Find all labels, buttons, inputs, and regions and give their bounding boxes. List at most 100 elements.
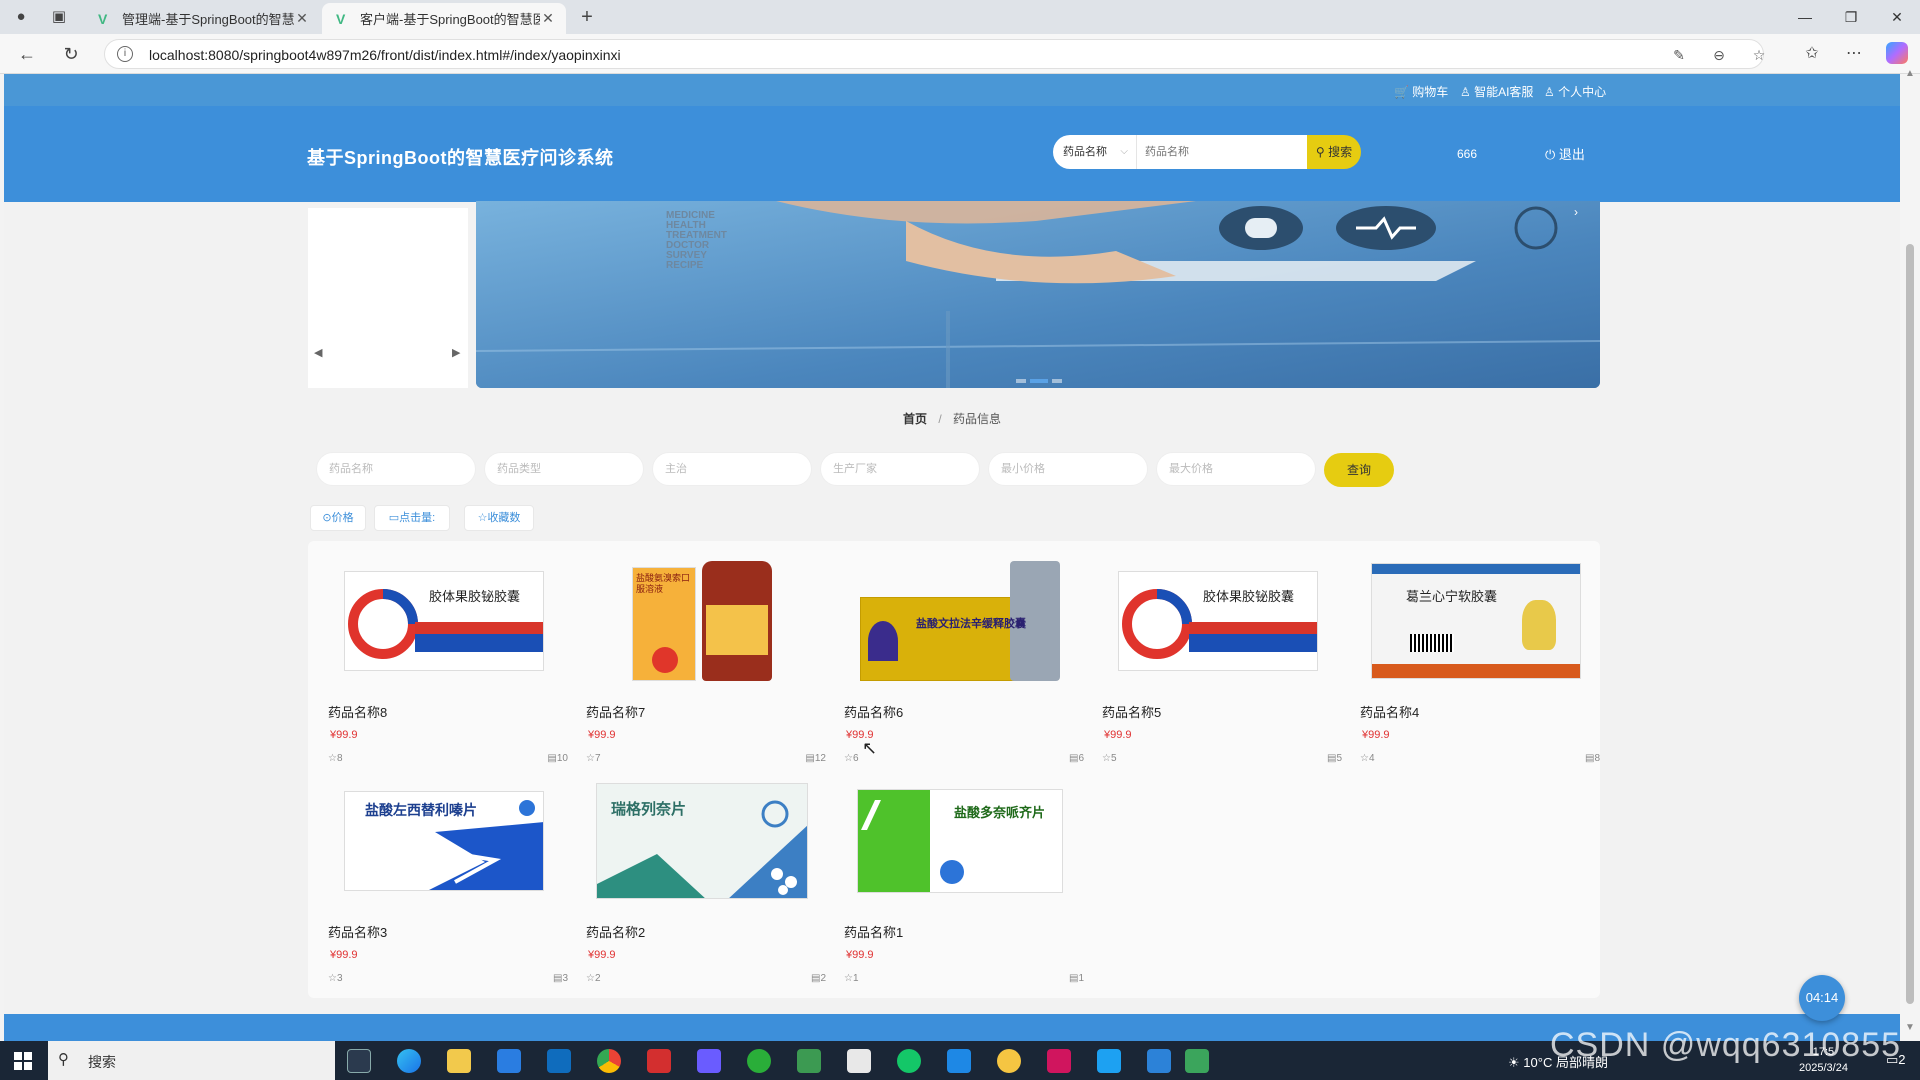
search-type-select[interactable]: 药品名称 ⌵ [1053, 135, 1137, 169]
drug-box: 胶体果胶铋胶囊 [344, 571, 544, 671]
vscode-icon[interactable] [1097, 1049, 1121, 1073]
read-aloud-icon[interactable]: ✎ [1669, 45, 1689, 65]
carousel-next-icon[interactable]: › [1574, 205, 1578, 219]
filter-drug-name[interactable]: 药品名称 [316, 452, 476, 486]
product-views: ▤5 [1327, 753, 1342, 764]
filter-max-price[interactable]: 最大价格 [1156, 452, 1316, 486]
spreadsheet-icon[interactable] [797, 1049, 821, 1073]
sort-favorites-button[interactable]: ☆收藏数 [464, 505, 534, 531]
search-button[interactable]: ⚲ 搜索 [1307, 135, 1361, 169]
sync-icon[interactable] [897, 1049, 921, 1073]
cart-link[interactable]: 🛒 购物车 [1394, 83, 1448, 100]
close-icon[interactable]: ✕ [294, 10, 310, 27]
chrome-icon[interactable] [597, 1049, 621, 1073]
filter-placeholder: 药品类型 [497, 463, 541, 475]
product-favorites: ☆5 [1102, 753, 1117, 764]
scroll-up-icon[interactable]: ▲ [1904, 68, 1916, 79]
close-icon[interactable]: ✕ [540, 10, 556, 27]
minimize-icon[interactable]: — [1782, 0, 1828, 34]
idea-icon[interactable] [1047, 1049, 1071, 1073]
taskbar-search[interactable]: ⚲ 搜索 [48, 1041, 335, 1080]
app-icon[interactable] [1147, 1049, 1171, 1073]
scroll-thumb[interactable] [1906, 244, 1914, 1004]
more-menu-icon[interactable]: ⋯ [1842, 42, 1866, 66]
ai-service-link[interactable]: ♙ 智能AI客服 [1460, 83, 1533, 100]
notes-icon[interactable] [697, 1049, 721, 1073]
wps-icon[interactable] [647, 1049, 671, 1073]
file-explorer-icon[interactable] [447, 1049, 471, 1073]
vue-icon: V [98, 10, 108, 27]
windows-start-icon[interactable] [14, 1052, 32, 1070]
product-name: 药品名称6 [844, 705, 904, 720]
favorites-count: 2 [594, 973, 601, 984]
product-card[interactable]: 胶体果胶铋胶囊 药品名称5 ¥99.9 ☆5 ▤5 [1102, 557, 1342, 767]
recording-timer[interactable]: 04:14 [1799, 975, 1845, 1021]
filter-placeholder: 生产厂家 [833, 463, 877, 475]
product-image: 盐酸文拉法辛缓释胶囊 [848, 557, 1072, 685]
views-count: 12 [814, 753, 826, 764]
filter-drug-type[interactable]: 药品类型 [484, 452, 644, 486]
filter-min-price[interactable]: 最小价格 [988, 452, 1148, 486]
tab-client[interactable]: V 客户端-基于SpringBoot的智慧医 ✕ [322, 3, 566, 34]
favorite-icon[interactable]: ☆ [1749, 45, 1769, 65]
sort-clicks-button[interactable]: ▭点击量: [374, 505, 450, 531]
profile-icon[interactable]: ● [10, 6, 32, 28]
product-card[interactable]: 葛兰心宁软胶囊 药品名称4 ¥99.9 ☆4 ▤8 [1360, 557, 1600, 767]
filter-manufacturer[interactable]: 生产厂家 [820, 452, 980, 486]
tab-actions-icon[interactable]: ▣ [48, 6, 70, 28]
logout-button[interactable]: ⏻ 退出 [1545, 144, 1585, 163]
sort-label: 收藏数 [487, 512, 521, 524]
product-card[interactable]: 盐酸文拉法辛缓释胶囊 药品名称6 ¥99.9 ☆6 ▤6 [844, 557, 1084, 767]
app-icon[interactable] [847, 1049, 871, 1073]
search-icon: ⚲ [1315, 145, 1325, 159]
zoom-icon[interactable]: ⊖ [1709, 45, 1729, 65]
app-icon[interactable] [997, 1049, 1021, 1073]
scroll-down-icon[interactable]: ▼ [1904, 1022, 1916, 1033]
search-input[interactable] [1137, 135, 1307, 169]
product-image: 葛兰心宁软胶囊 [1364, 557, 1588, 685]
window-close-icon[interactable]: ✕ [1874, 0, 1920, 34]
profile-link[interactable]: ♙ 个人中心 [1544, 83, 1606, 100]
carousel-prev-icon[interactable]: ◀ [314, 346, 322, 359]
carousel-dot[interactable] [1016, 379, 1026, 383]
tab-admin[interactable]: V 管理端-基于SpringBoot的智慧医 ✕ [84, 3, 320, 34]
app-icon[interactable] [1185, 1049, 1209, 1073]
user-name[interactable]: 666 [1457, 147, 1477, 161]
query-button[interactable]: 查询 [1324, 453, 1394, 487]
refresh-icon[interactable]: ↻ [58, 42, 84, 66]
drug-box: 瑞格列奈片 [596, 783, 808, 899]
product-card[interactable]: 胶体果胶铋胶囊 药品名称8 ¥99.9 ☆8 ▤10 [328, 557, 568, 767]
filter-indication[interactable]: 主治 [652, 452, 812, 486]
back-icon[interactable]: ← [14, 42, 40, 66]
carousel-indicators [1016, 379, 1062, 383]
url-field[interactable]: i localhost:8080/springboot4w897m26/fron… [104, 39, 1765, 69]
search-button-label: 搜索 [1328, 145, 1353, 159]
outlook-icon[interactable] [547, 1049, 571, 1073]
views-count: 5 [1336, 753, 1342, 764]
carousel-dot-active[interactable] [1030, 379, 1048, 383]
product-card[interactable]: 瑞格列奈片 药品名称2 ¥99.9 ☆2 ▤2 [586, 777, 826, 987]
banner-carousel[interactable]: MEDICINE HEALTH TREATMENT DOCTOR SURVEY … [476, 201, 1600, 388]
star-icon: ☆ [844, 753, 853, 764]
site-info-icon[interactable]: i [117, 46, 133, 62]
carousel-next-icon[interactable]: ▶ [452, 346, 460, 359]
favorites-count: 5 [1110, 753, 1117, 764]
breadcrumb-home[interactable]: 首页 [903, 412, 927, 426]
product-views: ▤10 [547, 753, 568, 764]
pycharm-icon[interactable] [947, 1049, 971, 1073]
product-card[interactable]: 盐酸氨溴索口服溶液 药品名称7 ¥99.9 ☆7 ▤12 [586, 557, 826, 767]
product-card[interactable]: 盐酸多奈哌齐片 药品名称1 ¥99.9 ☆1 ▤1 [844, 777, 1084, 987]
product-card[interactable]: 盐酸左西替利嗪片 药品名称3 ¥99.9 ☆3 ▤3 [328, 777, 568, 987]
page-scrollbar[interactable]: ▲ ▼ [1900, 68, 1920, 1041]
sort-price-button[interactable]: ⊙价格 [310, 505, 366, 531]
carousel-dot[interactable] [1052, 379, 1062, 383]
favorites-bar-icon[interactable]: ✩ [1800, 42, 1824, 66]
restore-icon[interactable]: ❐ [1828, 0, 1874, 34]
favorites-count: 7 [594, 753, 601, 764]
store-icon[interactable] [497, 1049, 521, 1073]
task-view-icon[interactable] [347, 1049, 371, 1073]
wechat-icon[interactable] [747, 1049, 771, 1073]
copilot-icon[interactable] [1886, 42, 1908, 64]
new-tab-icon[interactable]: + [576, 6, 598, 28]
edge-icon[interactable] [397, 1049, 421, 1073]
